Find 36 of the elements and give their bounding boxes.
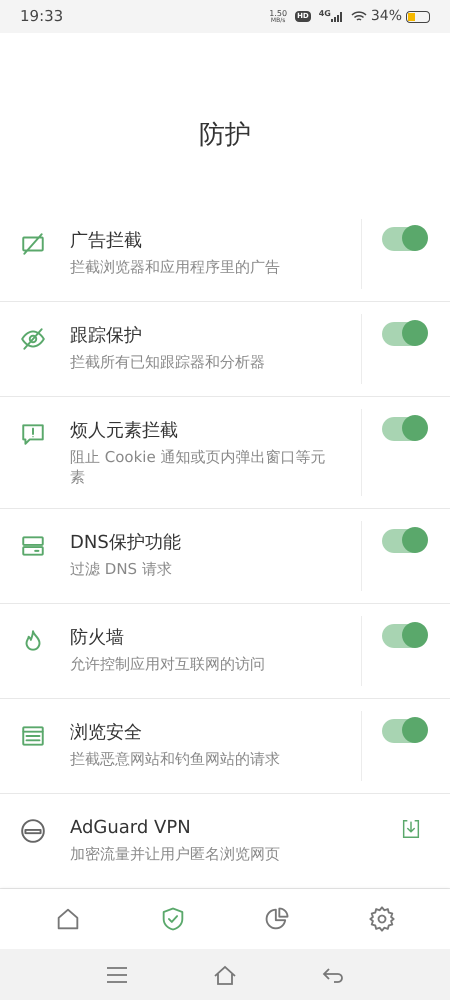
item-title: AdGuard VPN (70, 816, 192, 840)
wifi-icon (350, 10, 367, 23)
crossed-eye-icon (20, 326, 46, 352)
toggle-switch[interactable] (382, 718, 426, 743)
item-description: 允许控制应用对互联网的访问 (70, 654, 266, 674)
item-title: 浏览安全 (70, 720, 143, 745)
vpn-mask-icon (20, 818, 46, 844)
battery-percent: 34% (370, 7, 402, 26)
battery-icon (406, 10, 430, 23)
item-title: 跟踪保护 (70, 324, 143, 348)
toggle-switch[interactable] (382, 226, 426, 251)
download-icon (400, 818, 422, 840)
signal-icon (330, 12, 343, 22)
settings-icon (368, 905, 396, 934)
item-description: 加密流量并让用户匿名浏览网页 (70, 844, 281, 864)
item-description: 拦截所有已知跟踪器和分析器 (70, 352, 266, 372)
download-button[interactable] (400, 818, 422, 840)
toggle-switch[interactable] (382, 624, 426, 648)
crossed-rectangle-icon (20, 230, 46, 257)
home-icon (212, 964, 238, 986)
toggle-switch[interactable] (382, 416, 426, 441)
status-time: 19:33 (20, 6, 64, 28)
item-title: DNS保护功能 (70, 530, 182, 555)
menu-icon (105, 964, 130, 985)
item-title: 广告拦截 (70, 228, 143, 253)
item-description: 阻止 Cookie 通知或页内弹出窗口等元素 (70, 446, 326, 488)
network-speed: 1.50 (269, 10, 288, 18)
network-type: 4G (318, 8, 331, 20)
item-title: 烦人元素拦截 (70, 418, 179, 443)
toggle-switch[interactable] (382, 322, 426, 346)
item-description: 拦截浏览器和应用程序里的广告 (70, 256, 281, 278)
page-title: 防护 (199, 119, 251, 152)
item-description: 过滤 DNS 请求 (70, 558, 173, 580)
item-title: 防火墙 (70, 626, 125, 650)
item-description: 拦截恶意网站和钓鱼网站的请求 (70, 748, 281, 770)
toggle-switch[interactable] (382, 528, 426, 553)
